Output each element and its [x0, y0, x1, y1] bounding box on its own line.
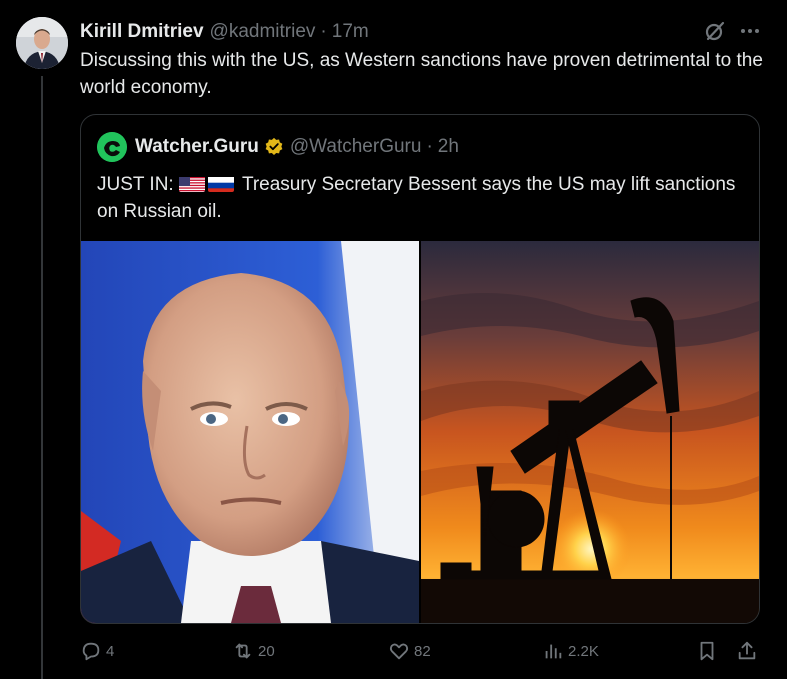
quote-author-handle[interactable]: @WatcherGuru	[290, 136, 422, 158]
bookmark-icon	[700, 641, 714, 661]
post-header: Kirill Dmitriev @kadmitriev · 17m	[80, 20, 369, 44]
action-bar: 4 20 82 2.2K	[0, 640, 787, 666]
quote-avatar[interactable]	[97, 132, 127, 162]
like-count: 82	[414, 642, 431, 660]
quote-author-name[interactable]: Watcher.Guru	[135, 136, 259, 158]
grok-icon[interactable]	[703, 19, 727, 43]
quote-time[interactable]: 2h	[438, 136, 459, 158]
views-button[interactable]: 2.2K	[542, 640, 599, 662]
quoted-post[interactable]: Watcher.Guru @WatcherGuru · 2h JUST IN:	[80, 114, 760, 624]
quote-separator-dot: ·	[426, 136, 433, 157]
separator-dot: ·	[320, 21, 327, 42]
repost-icon	[235, 643, 251, 659]
reply-button[interactable]: 4	[80, 640, 114, 662]
quote-header: Watcher.Guru @WatcherGuru · 2h	[97, 132, 459, 162]
repost-count: 20	[258, 642, 275, 660]
post-text: Discussing this with the US, as Western …	[80, 50, 763, 98]
author-avatar[interactable]	[16, 17, 68, 69]
heart-icon	[389, 643, 409, 660]
reply-count: 4	[106, 642, 115, 660]
reply-icon	[82, 642, 100, 661]
quote-media	[81, 241, 759, 623]
thread-line	[41, 76, 43, 679]
portrait-photo[interactable]	[81, 241, 419, 623]
verified-badge-icon	[265, 137, 283, 155]
us-flag-icon	[179, 175, 205, 192]
views-icon	[545, 644, 562, 659]
more-options-icon[interactable]	[738, 19, 762, 43]
author-handle[interactable]: @kadmitriev	[210, 21, 316, 43]
share-icon	[738, 641, 756, 660]
author-name[interactable]: Kirill Dmitriev	[80, 21, 204, 43]
russia-flag-icon	[208, 175, 234, 192]
post-time[interactable]: 17m	[332, 21, 369, 43]
quote-text: JUST IN: Treasury Secretary Bessent says…	[97, 171, 747, 225]
quote-text-prefix: JUST IN:	[97, 174, 174, 195]
like-button[interactable]: 82	[388, 640, 431, 662]
oil-pump-photo[interactable]	[421, 241, 759, 623]
views-count: 2.2K	[568, 642, 599, 660]
bookmark-button[interactable]	[696, 640, 718, 662]
share-button[interactable]	[736, 640, 758, 662]
repost-button[interactable]: 20	[232, 640, 275, 662]
